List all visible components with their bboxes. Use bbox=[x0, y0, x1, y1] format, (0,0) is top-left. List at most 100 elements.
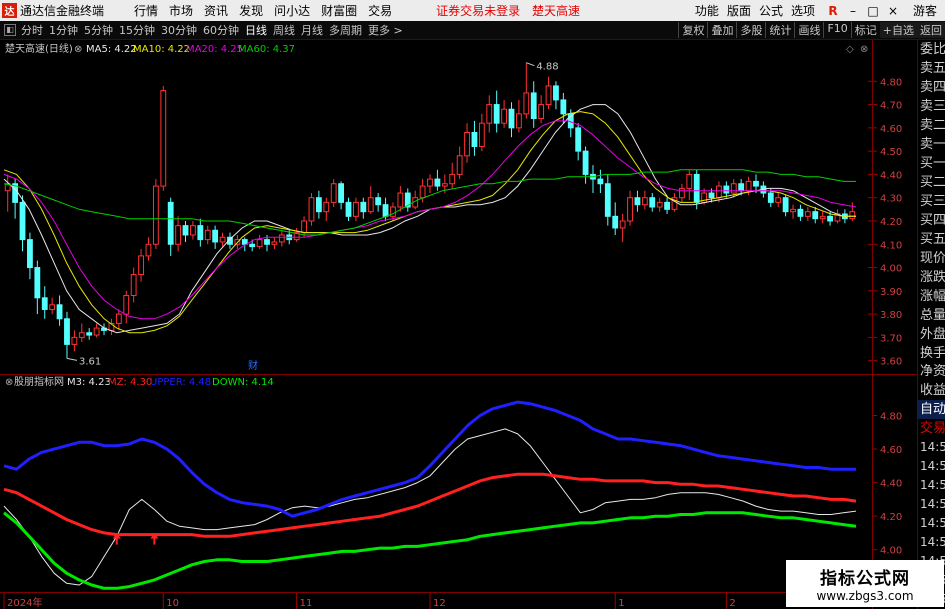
candle-body bbox=[308, 197, 315, 222]
close-button[interactable]: × bbox=[885, 4, 901, 18]
panel-item[interactable]: 自动 bbox=[918, 400, 945, 420]
menu-news[interactable]: 资讯 bbox=[204, 2, 228, 19]
menu-wealth-circle[interactable]: 财富圈 bbox=[321, 2, 357, 19]
menu-trade[interactable]: 交易 bbox=[368, 2, 392, 19]
candle-body bbox=[582, 150, 589, 175]
period-5min[interactable]: 5分钟 bbox=[84, 22, 113, 38]
back-button[interactable]: 返回 bbox=[917, 22, 945, 38]
financial-event-marker[interactable]: 财 bbox=[248, 359, 258, 372]
panel-item[interactable]: 卖三 bbox=[918, 97, 945, 116]
candle-body bbox=[664, 201, 670, 210]
chart-area[interactable]: 3.60 3.70 3.80 3.90 4.00 4.10 4.20 4.30 4.40 4.50… bbox=[0, 40, 917, 609]
tool-adjust[interactable]: 复权 bbox=[678, 22, 707, 38]
panel-item[interactable]: 14:56 bbox=[918, 514, 945, 533]
candle-body bbox=[782, 197, 789, 213]
candle-body bbox=[301, 220, 307, 234]
menu-options[interactable]: 选项 bbox=[791, 2, 815, 19]
chart-settings-icon[interactable]: ◇ bbox=[846, 44, 854, 55]
panel-item[interactable]: 买五 bbox=[918, 230, 945, 249]
candle-body bbox=[738, 183, 745, 192]
candle-body bbox=[441, 183, 448, 187]
menu-discover[interactable]: 发现 bbox=[239, 2, 263, 19]
candle-body bbox=[49, 304, 56, 310]
candle-body bbox=[93, 327, 100, 336]
menu-ask[interactable]: 问小达 bbox=[274, 2, 310, 19]
period-timeshare[interactable]: 分时 bbox=[21, 22, 43, 38]
period-multi[interactable]: 多周期 bbox=[329, 22, 362, 38]
collapse-box-icon[interactable]: ◧ bbox=[4, 24, 16, 36]
ma60-label: MA60: 4.37 bbox=[238, 44, 295, 55]
candle-body bbox=[41, 297, 48, 310]
candle-body bbox=[641, 197, 648, 206]
candle-body bbox=[538, 104, 545, 120]
panel-item[interactable]: 买四 bbox=[918, 211, 945, 230]
panel-item[interactable]: 14:56 bbox=[918, 457, 945, 476]
candle-body bbox=[434, 178, 441, 187]
tool-overlay[interactable]: 叠加 bbox=[707, 22, 736, 38]
panel-item[interactable]: 涨跌 bbox=[918, 268, 945, 287]
panel-item[interactable]: 涨幅 bbox=[918, 287, 945, 306]
tool-multi-stock[interactable]: 多股 bbox=[736, 22, 765, 38]
panel-item[interactable]: 外盘 bbox=[918, 325, 945, 344]
panel-item[interactable]: 交易 bbox=[918, 419, 945, 438]
period-daily[interactable]: 日线 bbox=[245, 22, 267, 38]
date-tick-label: 10 bbox=[166, 598, 179, 609]
ma-toggle-icon[interactable]: ⊗ bbox=[74, 44, 82, 55]
panel-item[interactable]: 卖一 bbox=[918, 135, 945, 154]
price-tick-label: 4.70 bbox=[880, 101, 902, 112]
period-30min[interactable]: 30分钟 bbox=[161, 22, 197, 38]
panel-item[interactable]: 现价 bbox=[918, 249, 945, 268]
quote-side-panel: 委比 卖五 卖四 卖三 卖二 卖一 买一 买二 买三 买四 买五 现价 涨跌 涨幅 总量 外盘 换手 净资 收益 自动… bbox=[917, 40, 945, 609]
candle-body bbox=[264, 239, 270, 245]
period-15min[interactable]: 15分钟 bbox=[119, 22, 155, 38]
period-60min[interactable]: 60分钟 bbox=[203, 22, 239, 38]
panel-item[interactable]: 委比 bbox=[918, 40, 945, 59]
chart-close-icon[interactable]: ⊗ bbox=[860, 44, 868, 55]
candle-body bbox=[797, 208, 804, 217]
tool-statistics[interactable]: 统计 bbox=[765, 22, 794, 38]
candle-body bbox=[686, 173, 693, 189]
panel-item[interactable]: 卖二 bbox=[918, 116, 945, 135]
restore-r-button[interactable]: R bbox=[825, 4, 841, 18]
panel-item[interactable]: 14:56 bbox=[918, 495, 945, 514]
panel-item[interactable]: 买三 bbox=[918, 192, 945, 211]
low-price-label: 3.61 bbox=[79, 356, 101, 367]
tool-mark[interactable]: 标记 bbox=[850, 22, 880, 38]
menu-formula[interactable]: 公式 bbox=[759, 2, 783, 19]
ma10-label: MA10: 4.22 bbox=[133, 44, 190, 55]
minimize-button[interactable]: – bbox=[845, 4, 861, 18]
panel-item[interactable]: 买二 bbox=[918, 173, 945, 192]
price-tick-label: 4.60 bbox=[880, 124, 902, 135]
ma20-label: MA20: 4.25 bbox=[186, 44, 243, 55]
panel-item[interactable]: 买一 bbox=[918, 154, 945, 173]
menu-functions[interactable]: 功能 bbox=[695, 2, 719, 19]
panel-item[interactable]: 换手 bbox=[918, 344, 945, 363]
candle-body bbox=[493, 104, 500, 124]
candle-body bbox=[723, 185, 730, 194]
panel-item[interactable]: 净资 bbox=[918, 362, 945, 381]
add-watchlist-button[interactable]: +自选 bbox=[879, 22, 917, 38]
period-more[interactable]: 更多 > bbox=[368, 22, 403, 38]
candle-body bbox=[212, 229, 219, 243]
period-monthly[interactable]: 月线 bbox=[301, 22, 323, 38]
indicator-toggle-icon[interactable]: ⊗ bbox=[5, 377, 13, 388]
panel-item[interactable]: 14:56 bbox=[918, 438, 945, 457]
period-1min[interactable]: 1分钟 bbox=[49, 22, 78, 38]
period-weekly[interactable]: 周线 bbox=[273, 22, 295, 38]
maximize-button[interactable]: □ bbox=[865, 4, 881, 18]
panel-item[interactable]: 收益 bbox=[918, 381, 945, 400]
panel-item[interactable]: 14:56 bbox=[918, 476, 945, 495]
tool-f10[interactable]: F10 bbox=[823, 22, 850, 38]
candle-body bbox=[649, 197, 656, 208]
menu-market[interactable]: 市场 bbox=[169, 2, 193, 19]
tool-draw-line[interactable]: 画线 bbox=[794, 22, 823, 38]
menu-layout[interactable]: 版面 bbox=[727, 2, 751, 19]
panel-item[interactable]: 总量 bbox=[918, 306, 945, 325]
panel-item[interactable]: 卖五 bbox=[918, 59, 945, 78]
candle-body bbox=[367, 197, 374, 213]
panel-item[interactable]: 卖四 bbox=[918, 78, 945, 97]
menu-quotes[interactable]: 行情 bbox=[134, 2, 158, 19]
high-price-label: 4.88 bbox=[536, 62, 558, 73]
guest-user[interactable]: 游客 bbox=[913, 2, 937, 19]
panel-item[interactable]: 14:56 bbox=[918, 533, 945, 552]
